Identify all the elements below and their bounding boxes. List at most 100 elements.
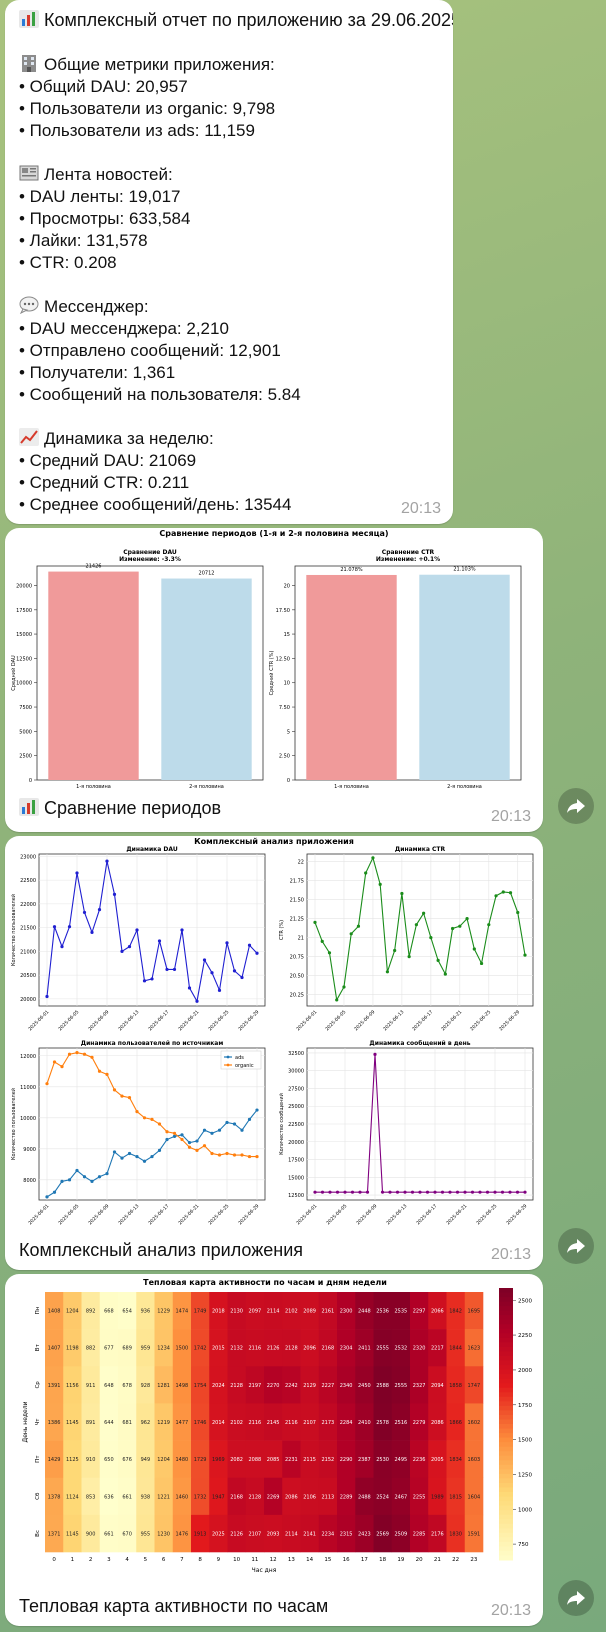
data-point (67, 1178, 72, 1182)
bar-value-label: 21426 (86, 564, 102, 570)
heatmap-cell-label: 670 (122, 1531, 132, 1537)
heatmap-cell-label: 2132 (230, 1346, 243, 1352)
x-tick-label: 20 (416, 1557, 423, 1563)
heatmap-cell-label: 2145 (267, 1420, 280, 1426)
heatmap-cell-label: 2161 (322, 1309, 335, 1315)
colorbar-segment (499, 1496, 513, 1502)
heatmap-cell-label: 2495 (395, 1457, 408, 1463)
heatmap-cell-label: 1460 (176, 1494, 189, 1500)
data-point (195, 999, 199, 1003)
y-tick-label: 17500 (16, 608, 32, 614)
y-tick-label: 8000 (23, 1178, 36, 1184)
y-tick-label: 21500 (20, 926, 36, 932)
heatmap-cell-label: 2227 (322, 1383, 335, 1389)
x-tick-label: 2025-06-01 (27, 1009, 50, 1032)
y-tick-label: 32500 (288, 1051, 304, 1057)
colorbar-segment (499, 1387, 513, 1393)
data-point (247, 943, 252, 947)
data-point (90, 1055, 94, 1059)
data-point (247, 1117, 252, 1121)
periods-chart-image[interactable]: Сравнение периодов (1-я и 2-я половина м… (5, 528, 543, 790)
y-tick-label: 21 (298, 936, 304, 942)
x-tick-label: 2025-06-09 (87, 1203, 110, 1226)
colorbar-segment (499, 1410, 513, 1416)
y-tick-label: 20.50 (290, 974, 304, 980)
report-line: • Получатели: 1,361 (19, 363, 176, 382)
legend-marker (226, 1055, 230, 1059)
x-tick-label: 2025-06-09 (355, 1203, 378, 1226)
data-point (516, 910, 520, 915)
data-point (418, 1190, 422, 1194)
bar-value-label: 20712 (199, 571, 215, 577)
y-tick-label: 22500 (20, 878, 36, 884)
heatmap-cell-label: 1498 (176, 1383, 189, 1389)
colorbar-segment (499, 1478, 513, 1484)
line-chart-panel: Динамика сообщений в день 12500 15000 17500… (278, 1040, 534, 1226)
y-tick-label: 20000 (16, 583, 32, 589)
message-time: 20:13 (490, 1246, 531, 1263)
heatmap-cell-label: 911 (86, 1383, 96, 1389)
x-tick-label: 2025-06-25 (469, 1009, 492, 1032)
heatmap-cell-label: 677 (104, 1346, 114, 1352)
forward-button[interactable] (558, 788, 594, 824)
y-tick-label: 2.50 (279, 754, 290, 760)
heatmap-cell-label: 2089 (303, 1309, 316, 1315)
heatmap-cell-label: 2535 (395, 1309, 408, 1315)
heatmap-cell-label: 2509 (395, 1531, 408, 1537)
data-point (165, 1137, 169, 1142)
y-tick-label: 5 (287, 729, 290, 735)
heatmap-cell-label: 882 (86, 1346, 96, 1352)
complex-caption: Комплексный анализ приложения (19, 1240, 304, 1260)
forward-button[interactable] (558, 1228, 594, 1264)
heatmap-cell-label: 2410 (358, 1420, 371, 1426)
chart-title: Изменение: -3.3% (119, 556, 181, 563)
heatmap-cell-label: 2168 (322, 1346, 335, 1352)
report-line: • Средний DAU: 21069 (19, 451, 197, 470)
data-point (501, 890, 505, 894)
y-tick-label: 10000 (20, 1116, 36, 1122)
data-point (429, 936, 433, 940)
data-point (202, 1128, 207, 1132)
x-tick-label: 2025-06-29 (498, 1009, 521, 1032)
forward-button[interactable] (558, 1580, 594, 1616)
chart-title: Динамика CTR (395, 846, 446, 853)
y-tick-label: 21.75 (290, 879, 304, 885)
x-tick-label: 2025-06-05 (57, 1203, 80, 1226)
heatmap-cell-label: 2569 (376, 1531, 389, 1537)
colorbar-segment (499, 1378, 513, 1384)
app-metrics-header: Общие метрики приложения: (44, 55, 275, 74)
colorbar-segment (499, 1365, 513, 1371)
y-tick-label: 12500 (288, 1193, 304, 1199)
heatmap-cell-label: 2025 (212, 1531, 225, 1537)
x-tick-label: 2025-06-17 (411, 1009, 434, 1032)
y-tick-label: 20500 (20, 973, 36, 979)
data-point (187, 1141, 192, 1145)
report-line: • Среднее сообщений/день: 13544 (19, 495, 292, 514)
y-tick-label: 15000 (16, 632, 32, 638)
data-point (425, 1190, 430, 1194)
data-point (157, 1148, 162, 1152)
heatmap-cell-label: 2128 (230, 1383, 243, 1389)
chart-title: Изменение: +0.1% (376, 556, 440, 563)
x-tick-label: 2025-06-17 (147, 1203, 170, 1226)
heatmap-cell-label: 1729 (194, 1457, 207, 1463)
colorbar-segment (499, 1383, 513, 1389)
heatmap-message: Тепловая карта активности по часам и дня… (5, 1274, 543, 1626)
x-tick-label: 2025-06-21 (440, 1009, 463, 1032)
heatmap-cell-label: 676 (122, 1457, 132, 1463)
data-point (120, 949, 124, 953)
heatmap-grid: 1408 1204 892 668 654 936 1229 1474 1749 2018 2130… (22, 1292, 484, 1574)
data-point (225, 1120, 229, 1125)
colorbar-tick-label: 2000 (518, 1368, 532, 1374)
complex-chart-image[interactable]: Комплексный анализ приложенияДинамика DA… (5, 836, 543, 1232)
report-title: Комплексный отчет по приложению за 29.06… (44, 10, 453, 30)
bar-value-label: 21.078% (340, 567, 362, 573)
colorbar-segment (499, 1464, 513, 1470)
heatmap-cell-label: 2423 (358, 1531, 371, 1537)
colorbar-segment (499, 1292, 513, 1298)
y-tick-label: 2500 (19, 754, 32, 760)
heatmap-chart-image[interactable]: Тепловая карта активности по часам и дня… (5, 1274, 543, 1586)
heatmap-cell-label: 1204 (157, 1457, 170, 1463)
colorbar-segment (499, 1519, 513, 1525)
data-point (52, 1060, 57, 1064)
